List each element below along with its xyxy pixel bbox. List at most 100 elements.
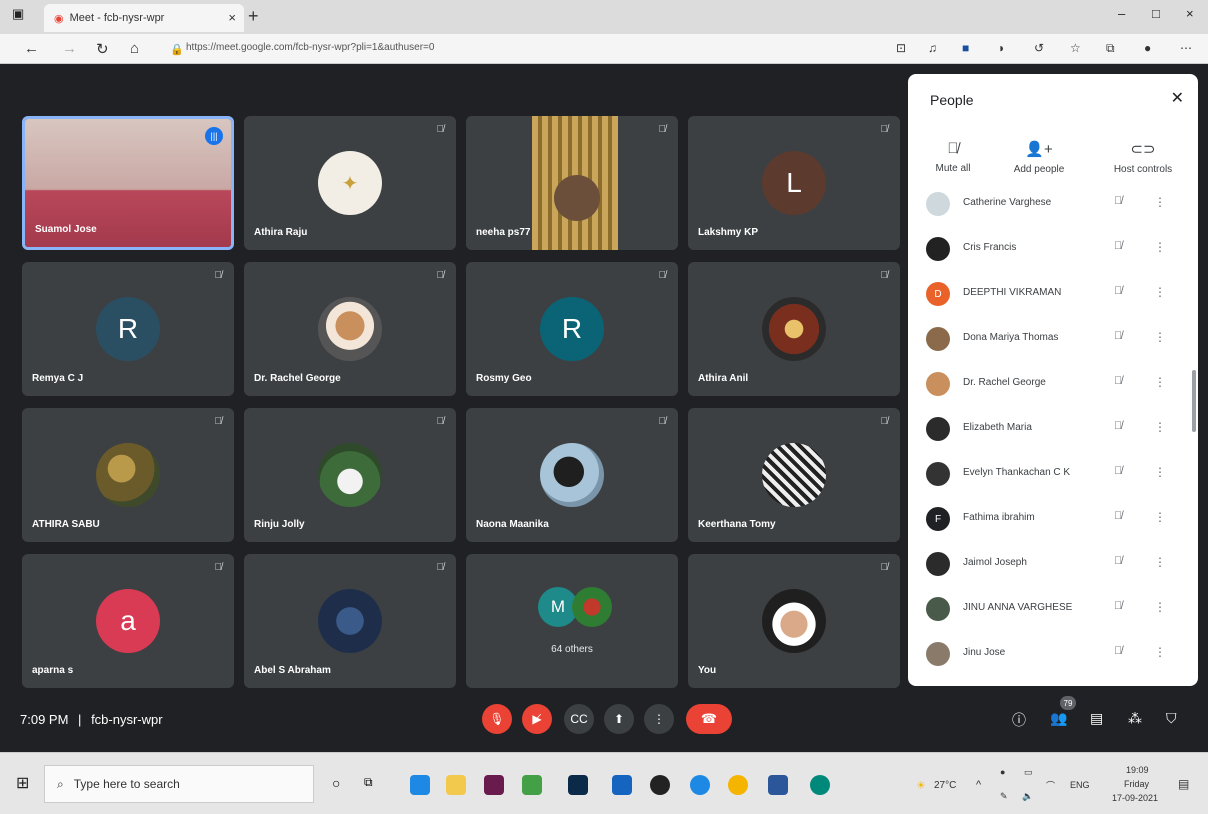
tab-actions-icon[interactable]: ▣: [12, 6, 24, 22]
forward-icon[interactable]: →: [62, 40, 77, 57]
participant-tile[interactable]: 🎙̸ L Lakshmy KP: [688, 116, 900, 250]
back-icon[interactable]: ←: [24, 40, 39, 57]
wifi-icon[interactable]: ⌒: [1046, 779, 1055, 792]
people-icon[interactable]: 👥: [1050, 710, 1067, 727]
collections-icon[interactable]: ⧉: [1106, 41, 1115, 56]
participant-row[interactable]: Catherine Varghese 🎙̸ ⋮: [908, 180, 1198, 225]
host-safety-icon[interactable]: ⛉: [1166, 710, 1177, 727]
chat-icon[interactable]: ▤: [1090, 710, 1103, 727]
more-options-icon[interactable]: ⋮: [1154, 510, 1166, 524]
more-menu-icon[interactable]: ⋯: [1180, 41, 1192, 55]
captions-button[interactable]: CC: [564, 704, 594, 734]
mic-off-icon[interactable]: 🎙̸: [1114, 375, 1122, 387]
meeting-info-icon[interactable]: ⓘ: [1012, 710, 1026, 730]
edge-icon[interactable]: [410, 775, 430, 795]
new-tab-button[interactable]: +: [248, 6, 259, 27]
participant-tile[interactable]: 🎙̸ R Rosmy Geo: [466, 262, 678, 396]
participant-tile[interactable]: 🎙̸ Keerthana Tomy: [688, 408, 900, 542]
mic-off-icon[interactable]: 🎙̸: [1114, 240, 1122, 252]
file-explorer-icon[interactable]: [446, 775, 466, 795]
volume-icon[interactable]: 🔈: [1022, 791, 1033, 802]
participant-row[interactable]: F Fathima ibrahim 🎙̸ ⋮: [908, 495, 1198, 540]
close-window-button[interactable]: ×: [1186, 6, 1194, 21]
camera-toggle-button[interactable]: ▶̸: [522, 704, 552, 734]
activities-icon[interactable]: ⁂: [1128, 710, 1142, 727]
battery-icon[interactable]: ▭: [1024, 767, 1033, 778]
clock-date[interactable]: 17-09-2021: [1112, 793, 1158, 803]
extension-2-icon[interactable]: ◗: [998, 41, 1005, 55]
site-settings-icon[interactable]: ♫: [928, 41, 937, 55]
more-options-icon[interactable]: ⋮: [1154, 285, 1166, 299]
tab-close-icon[interactable]: ×: [228, 10, 236, 25]
participant-tile[interactable]: 🎙̸ R Remya C J: [22, 262, 234, 396]
more-options-icon[interactable]: ⋮: [1154, 645, 1166, 659]
url-field[interactable]: https://meet.google.com/fcb-nysr-wpr?pli…: [186, 42, 434, 53]
chrome-icon[interactable]: [728, 775, 748, 795]
panel-scrollbar[interactable]: [1192, 370, 1196, 432]
mic-off-icon[interactable]: 🎙̸: [1114, 600, 1122, 612]
task-view-icon[interactable]: ⧉: [364, 775, 373, 790]
more-options-icon[interactable]: ⋮: [1154, 240, 1166, 254]
more-options-icon[interactable]: ⋮: [1154, 330, 1166, 344]
cortana-icon[interactable]: ○: [332, 775, 340, 791]
participant-row[interactable]: Elizabeth Maria 🎙̸ ⋮: [908, 405, 1198, 450]
more-options-icon[interactable]: ⋮: [1154, 375, 1166, 389]
pen-icon[interactable]: ✎: [1000, 791, 1008, 802]
participant-tile[interactable]: 🎙̸ ATHIRA SABU: [22, 408, 234, 542]
home-icon[interactable]: ⌂: [130, 40, 139, 57]
mute-all-button[interactable]: 🎙̸ Mute all: [908, 140, 998, 174]
premiere-icon[interactable]: [484, 775, 504, 795]
close-panel-icon[interactable]: ✕: [1171, 88, 1184, 108]
app-icon[interactable]: [522, 775, 542, 795]
tray-chevron-icon[interactable]: ^: [976, 779, 981, 791]
participant-row[interactable]: Jaimol Joseph 🎙̸ ⋮: [908, 540, 1198, 585]
participant-tile[interactable]: 🎙̸ ✦ Athira Raju: [244, 116, 456, 250]
notifications-icon[interactable]: ▤: [1178, 777, 1189, 791]
favorites-star-icon[interactable]: ☆: [1070, 41, 1081, 55]
participant-row[interactable]: Jinu Jose 🎙̸ ⋮: [908, 630, 1198, 675]
participant-row[interactable]: D DEEPTHI VIKRAMAN 🎙̸ ⋮: [908, 270, 1198, 315]
participant-tile[interactable]: 🎙̸ Naona Maanika: [466, 408, 678, 542]
mic-off-icon[interactable]: 🎙̸: [1114, 645, 1122, 657]
more-options-button[interactable]: ⋮: [644, 704, 674, 734]
browser-tab-meet[interactable]: ◉ Meet - fcb-nysr-wpr ×: [44, 4, 244, 32]
participant-row[interactable]: JINU ANNA VARGHESE 🎙̸ ⋮: [908, 585, 1198, 630]
mic-off-icon[interactable]: 🎙̸: [1114, 510, 1122, 522]
participant-row[interactable]: Dona Mariya Thomas 🎙̸ ⋮: [908, 315, 1198, 360]
weather-temp[interactable]: 27°C: [934, 780, 956, 791]
extension-3-icon[interactable]: ↺: [1034, 41, 1044, 55]
more-options-icon[interactable]: ⋮: [1154, 600, 1166, 614]
present-screen-button[interactable]: ⬆: [604, 704, 634, 734]
app-3-icon[interactable]: [650, 775, 670, 795]
more-options-icon[interactable]: ⋮: [1154, 465, 1166, 479]
mic-off-icon[interactable]: 🎙̸: [1114, 555, 1122, 567]
participant-tile[interactable]: 🎙̸ Abel S Abraham: [244, 554, 456, 688]
mic-off-icon[interactable]: 🎙̸: [1114, 420, 1122, 432]
reload-icon[interactable]: ↻: [96, 40, 109, 58]
mic-off-icon[interactable]: 🎙̸: [1114, 465, 1122, 477]
participant-row[interactable]: Cris Francis 🎙̸ ⋮: [908, 225, 1198, 270]
minimize-button[interactable]: –: [1118, 6, 1125, 21]
taskbar-search-box[interactable]: ⌕ Type here to search: [44, 765, 314, 803]
participant-tile[interactable]: ||| Suamol Jose: [22, 116, 234, 250]
host-controls-button[interactable]: ⊂⊃ Host controls: [1092, 140, 1194, 175]
lock-icon[interactable]: 🔒: [170, 43, 184, 56]
mic-off-icon[interactable]: 🎙̸: [1114, 285, 1122, 297]
language-indicator[interactable]: ENG: [1070, 780, 1090, 790]
participant-tile[interactable]: 🎙̸ Rinju Jolly: [244, 408, 456, 542]
self-tile[interactable]: 🎙̸ You: [688, 554, 900, 688]
more-options-icon[interactable]: ⋮: [1154, 195, 1166, 209]
participant-tile[interactable]: 🎙̸ neeha ps77: [466, 116, 678, 250]
more-options-icon[interactable]: ⋮: [1154, 555, 1166, 569]
windows-start-icon[interactable]: ⊞: [16, 773, 29, 793]
others-tile[interactable]: M 64 others: [466, 554, 678, 688]
participant-row[interactable]: Evelyn Thankachan C K 🎙̸ ⋮: [908, 450, 1198, 495]
more-options-icon[interactable]: ⋮: [1154, 420, 1166, 434]
clock-day[interactable]: Friday: [1124, 779, 1149, 789]
participant-row[interactable]: Dr. Rachel George 🎙̸ ⋮: [908, 360, 1198, 405]
participant-tile[interactable]: 🎙̸ a aparna s: [22, 554, 234, 688]
microphone-toggle-button[interactable]: 🎙: [482, 704, 512, 734]
participant-tile[interactable]: 🎙̸ Athira Anil: [688, 262, 900, 396]
app-4-icon[interactable]: [690, 775, 710, 795]
network-icon[interactable]: ●: [1000, 767, 1005, 777]
